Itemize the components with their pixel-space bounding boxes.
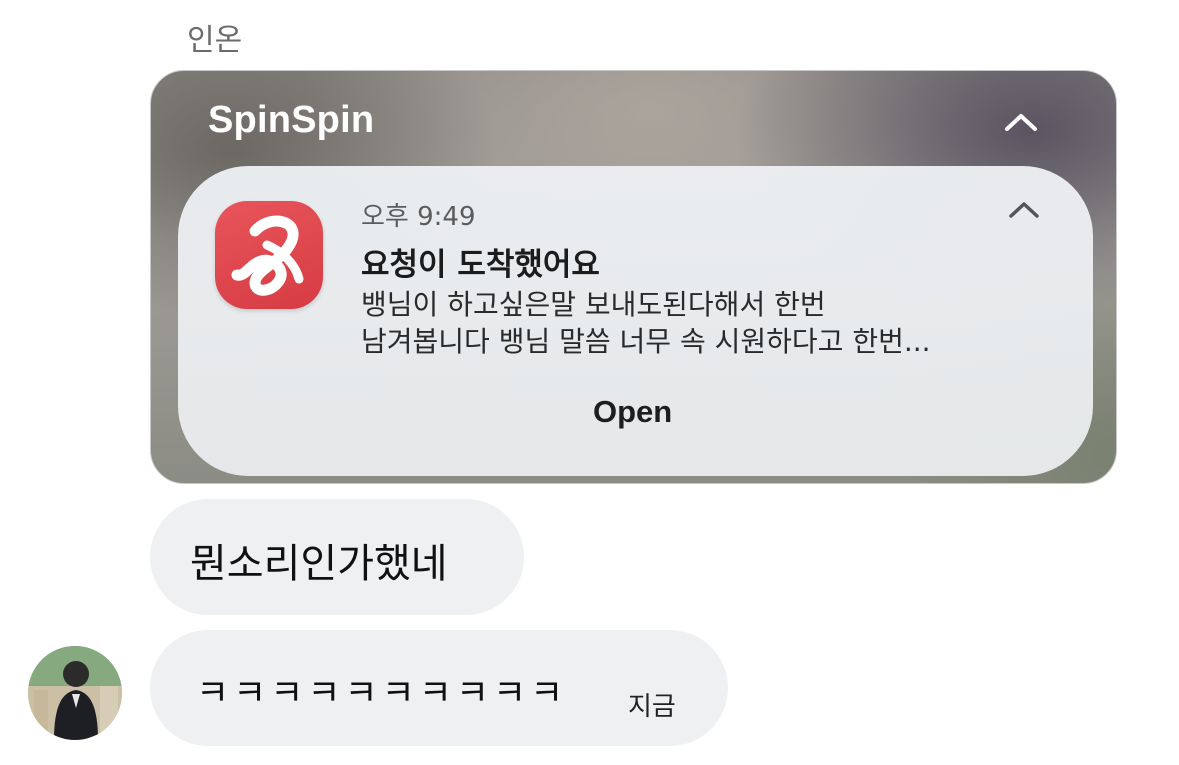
avatar-photo-icon (28, 646, 122, 740)
message-bubble[interactable]: ㅋㅋㅋㅋㅋㅋㅋㅋㅋㅋ 지금 (150, 630, 728, 746)
notification-app-name: SpinSpin (208, 99, 375, 141)
chevron-up-icon[interactable] (1006, 196, 1042, 224)
message-text: ㅋㅋㅋㅋㅋㅋㅋㅋㅋㅋ (196, 673, 568, 714)
notification-time: 오후 9:49 (361, 202, 476, 232)
notification-screenshot-image[interactable]: SpinSpin 오후 9:49 요청이 도착했어요 뱅님이 하고싶은말 보내도… (150, 70, 1117, 484)
avatar[interactable] (28, 646, 122, 740)
notification-body-line: 남겨봅니다 뱅님 말씀 너무 속 시원하다고 한번... (361, 325, 931, 358)
message-text: 뭔소리인가했네 (190, 541, 448, 587)
chevron-up-icon[interactable] (1001, 107, 1041, 137)
message-bubble[interactable]: 뭔소리인가했네 (150, 499, 524, 615)
spinspin-app-icon (215, 201, 323, 309)
message-timestamp: 지금 (628, 692, 676, 722)
notification-card[interactable]: 오후 9:49 요청이 도착했어요 뱅님이 하고싶은말 보내도된다해서 한번 남… (178, 166, 1093, 476)
open-button[interactable]: Open (593, 394, 672, 430)
notification-body: 뱅님이 하고싶은말 보내도된다해서 한번 남겨봅니다 뱅님 말씀 너무 속 시원… (361, 286, 1041, 360)
chat-screen: 인온 SpinSpin 오후 9:49 요청이 도착했어요 뱅님이 하고싶은말 … (0, 0, 1179, 765)
notification-title: 요청이 도착했어요 (361, 247, 600, 283)
sender-name: 인온 (187, 23, 243, 58)
notification-body-line: 뱅님이 하고싶은말 보내도된다해서 한번 (361, 288, 826, 321)
